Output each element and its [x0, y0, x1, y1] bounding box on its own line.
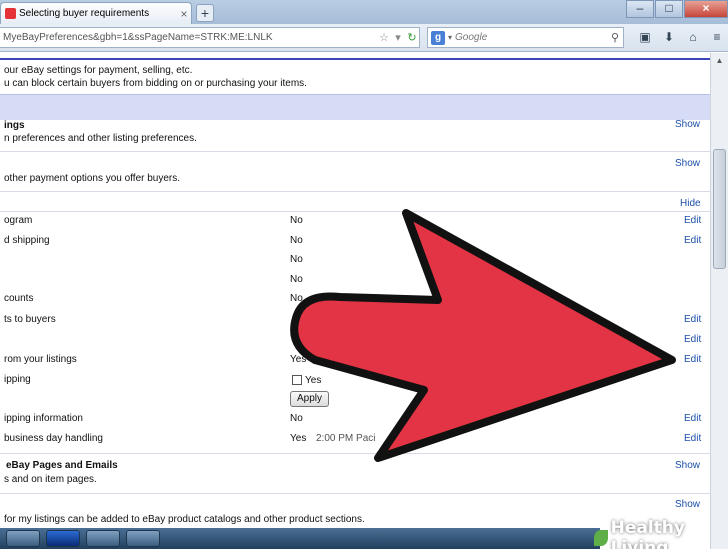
setting-label: d shipping	[4, 235, 50, 246]
intro-line-2: u can block certain buyers from bidding …	[4, 78, 307, 89]
setting-value: No	[290, 413, 303, 424]
browser-tab[interactable]: Selecting buyer requirements ×	[0, 2, 192, 24]
menu-icon[interactable]: ≡	[708, 28, 726, 46]
home-icon[interactable]: ⌂	[684, 28, 702, 46]
section-bar	[0, 94, 710, 120]
bookmark-menu-icon[interactable]: ▣	[636, 28, 654, 46]
divider	[0, 151, 710, 152]
apply-button[interactable]: Apply	[290, 391, 330, 407]
address-bar[interactable]: MyeBayPreferences&gbh=1&ssPageName=STRK:…	[0, 27, 420, 48]
navigation-bar: MyeBayPreferences&gbh=1&ssPageName=STRK:…	[0, 24, 728, 52]
tab-strip: Selecting buyer requirements × + – □ ×	[0, 0, 728, 24]
hide-link[interactable]: Hide	[680, 198, 701, 209]
photoshop-icon[interactable]	[46, 530, 80, 547]
setting-value: No	[290, 215, 303, 226]
search-box[interactable]: g ▾ Google ⚲	[427, 27, 624, 48]
vertical-scrollbar[interactable]: ▲	[710, 53, 728, 549]
reload-icon[interactable]: ↻	[405, 31, 419, 44]
divider	[0, 211, 710, 212]
divider	[0, 453, 710, 454]
search-placeholder: Google	[455, 32, 488, 43]
search-engine-dropdown-icon[interactable]: ▾	[448, 33, 452, 42]
dropdown-icon[interactable]: ▾	[391, 31, 405, 44]
edit-link[interactable]: Edit	[684, 235, 701, 246]
close-window-button[interactable]: ×	[684, 0, 728, 18]
url-text: MyeBayPreferences&gbh=1&ssPageName=STRK:…	[3, 32, 273, 43]
leaf-logo-icon	[594, 530, 608, 546]
taskbar-app-icon[interactable]	[6, 530, 40, 547]
section-title: ings	[4, 120, 25, 131]
edit-link[interactable]: Edit	[684, 433, 701, 444]
scroll-thumb[interactable]	[713, 149, 726, 269]
new-tab-button[interactable]: +	[196, 4, 214, 22]
close-tab-icon[interactable]: ×	[177, 7, 191, 21]
edit-link[interactable]: Edit	[684, 215, 701, 226]
intro-line-1: our eBay settings for payment, selling, …	[4, 65, 193, 76]
watermark: Healthy Living	[594, 518, 728, 549]
setting-label: ipping	[4, 374, 31, 385]
taskbar	[0, 528, 600, 549]
edit-link[interactable]: Edit	[684, 413, 701, 424]
minimize-button[interactable]: –	[626, 0, 654, 18]
setting-value: No	[290, 274, 303, 285]
tab-title: Selecting buyer requirements	[19, 8, 150, 19]
section-title: eBay Pages and Emails	[6, 460, 118, 471]
show-link[interactable]: Show	[675, 460, 700, 471]
setting-label: counts	[4, 293, 34, 304]
setting-value: Yes	[290, 354, 307, 365]
edit-link[interactable]: Edit	[684, 334, 701, 345]
handling-time: 2:00 PM Paci	[316, 433, 376, 444]
taskbar-app-icon[interactable]	[126, 530, 160, 547]
setting-label: ts to buyers	[4, 314, 56, 325]
ebay-favicon-icon	[5, 8, 16, 19]
download-icon[interactable]: ⬇	[660, 28, 678, 46]
checkbox-label: Yes	[305, 375, 322, 386]
google-icon: g	[431, 30, 445, 45]
divider	[0, 191, 710, 192]
section-description: other payment options you offer buyers.	[4, 173, 181, 184]
setting-value: Yes	[290, 433, 307, 444]
window-controls: – □ ×	[626, 0, 728, 18]
setting-label: ipping information	[4, 413, 83, 424]
section-description: for my listings can be added to eBay pro…	[4, 514, 365, 525]
show-link[interactable]: Show	[675, 499, 700, 510]
section-description: n preferences and other listing preferen…	[4, 133, 197, 144]
setting-label: rom your listings	[4, 354, 77, 365]
bookmark-star-icon[interactable]: ☆	[377, 31, 391, 44]
show-link[interactable]: Show	[675, 119, 700, 130]
page-divider	[0, 58, 710, 60]
watermark-text: Healthy Living	[610, 518, 685, 549]
shipping-checkbox[interactable]	[292, 375, 302, 385]
setting-label: business day handling	[4, 433, 103, 444]
toolbar-icons: ▣ ⬇ ⌂ ≡	[636, 28, 726, 46]
setting-value: No	[290, 254, 303, 265]
maximize-button[interactable]: □	[655, 0, 683, 18]
taskbar-app-icon[interactable]	[86, 530, 120, 547]
show-link[interactable]: Show	[675, 158, 700, 169]
search-icon[interactable]: ⚲	[607, 31, 623, 44]
page-content: our eBay settings for payment, selling, …	[0, 53, 710, 549]
divider	[0, 493, 710, 494]
edit-link[interactable]: Edit	[684, 354, 701, 365]
setting-label: ogram	[4, 215, 33, 226]
section-description: s and on item pages.	[4, 474, 97, 485]
setting-value: No	[290, 235, 303, 246]
edit-link[interactable]: Edit	[684, 314, 701, 325]
setting-value: No	[290, 293, 303, 304]
scroll-up-icon[interactable]: ▲	[711, 53, 728, 69]
